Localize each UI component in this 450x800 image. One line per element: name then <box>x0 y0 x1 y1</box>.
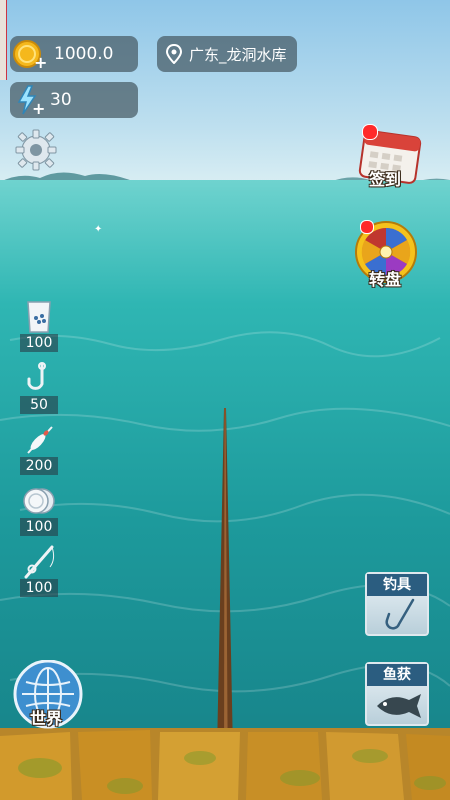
world-button[interactable]: 世界 <box>12 659 84 730</box>
location-name: 广东_龙洞水库 <box>189 45 287 64</box>
line-count: 100 <box>20 518 58 536</box>
float-icon <box>27 426 53 454</box>
bait-bag-icon <box>27 301 51 333</box>
rod-count: 100 <box>20 579 58 597</box>
energy-counter: + 30 <box>10 82 138 118</box>
add-energy-button[interactable]: + <box>16 85 46 118</box>
notification-dot <box>362 124 378 140</box>
fish-icon <box>377 694 421 718</box>
plus-icon: + <box>34 53 48 72</box>
wooden-dock <box>0 728 450 800</box>
location-selector[interactable]: 广东_龙洞水库 <box>157 36 297 72</box>
inventory-rod[interactable]: 100 <box>20 545 58 597</box>
energy-amount: 30 <box>50 90 72 110</box>
inventory-bait[interactable]: 100 <box>20 300 58 352</box>
inventory-hook[interactable]: 50 <box>20 362 58 414</box>
bait-count: 100 <box>20 334 58 352</box>
float-count: 200 <box>20 457 58 475</box>
wheel-label: 转盘 <box>369 270 402 289</box>
tackle-label: 钓具 <box>367 574 427 596</box>
coin-counter: + 1000.0 <box>10 36 138 72</box>
rod-icon <box>24 545 55 579</box>
side-tab[interactable] <box>0 0 7 80</box>
hook-count: 50 <box>20 396 58 414</box>
inventory-line[interactable]: 100 <box>20 484 58 536</box>
tackle-button[interactable]: 钓具 <box>365 572 429 636</box>
catch-button[interactable]: 鱼获 <box>365 662 429 726</box>
line-spool-icon <box>23 488 55 514</box>
lucky-wheel-button[interactable]: 转盘 <box>352 220 420 289</box>
world-label: 世界 <box>30 709 63 728</box>
sparkle-icon: ✦ <box>94 224 103 235</box>
catch-label: 鱼获 <box>367 664 427 686</box>
location-pin-icon <box>165 44 183 64</box>
add-coin-button[interactable]: + <box>12 39 47 72</box>
check-in-label: 签到 <box>369 170 402 189</box>
coin-amount: 1000.0 <box>54 44 114 64</box>
fish-hook-icon <box>385 598 415 630</box>
inventory-float[interactable]: 200 <box>20 423 58 475</box>
notification-dot <box>360 220 374 234</box>
plus-icon: + <box>32 99 46 118</box>
hook-icon <box>27 362 46 390</box>
check-in-button[interactable]: 签到 <box>356 124 426 190</box>
settings-gear-icon[interactable] <box>14 128 58 172</box>
